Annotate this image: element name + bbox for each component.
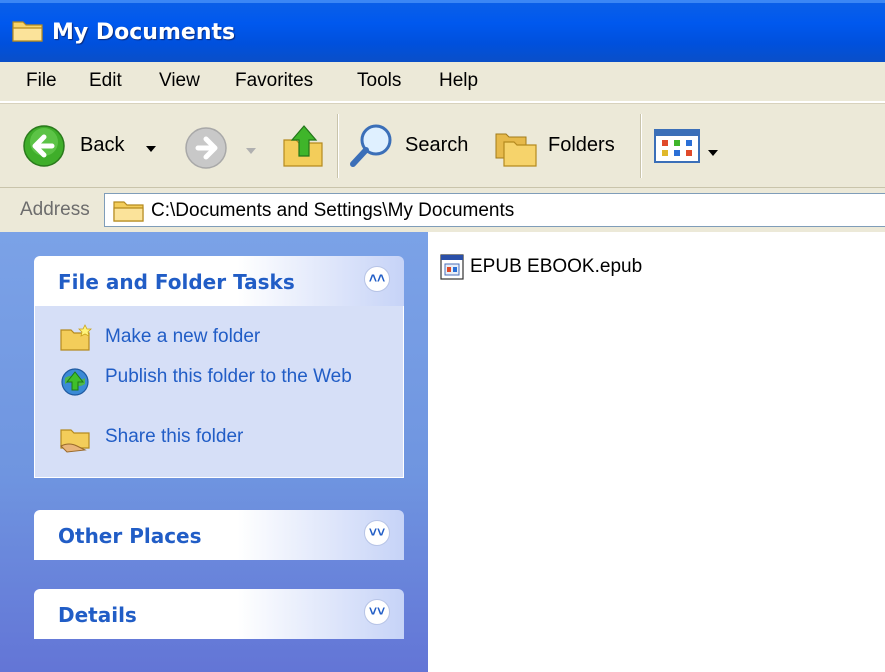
file-list-pane[interactable]: EPUB EBOOK.epub <box>428 232 885 672</box>
back-button[interactable]: Back <box>22 124 162 170</box>
forward-dropdown-icon[interactable] <box>246 140 256 162</box>
publish-web-icon <box>59 366 91 404</box>
toolbar-separator <box>640 114 642 178</box>
address-value: C:\Documents and Settings\My Documents <box>151 200 515 221</box>
menu-edit[interactable]: Edit <box>89 70 122 92</box>
folders-icon <box>494 122 540 174</box>
views-dropdown-icon <box>708 142 718 164</box>
file-name: EPUB EBOOK.epub <box>470 256 643 277</box>
share-folder-icon <box>59 424 93 460</box>
new-folder-icon <box>59 324 93 358</box>
back-dropdown-icon[interactable] <box>146 138 156 160</box>
views-button[interactable] <box>654 126 722 168</box>
folder-icon <box>113 199 145 229</box>
search-icon <box>348 122 394 176</box>
folders-label: Folders <box>548 134 615 156</box>
file-folder-tasks-header[interactable]: File and Folder Tasks ˄˄ <box>34 256 404 306</box>
up-folder-button[interactable] <box>282 122 326 174</box>
back-label: Back <box>80 134 125 156</box>
address-label: Address <box>20 199 90 220</box>
toolbar-separator <box>337 114 339 178</box>
task-label: Make a new folder <box>105 326 261 347</box>
menu-bar: File Edit View Favorites Tools Help <box>0 62 885 102</box>
title-bar[interactable]: My Documents <box>0 0 885 62</box>
menu-tools[interactable]: Tools <box>357 70 401 92</box>
address-input[interactable]: C:\Documents and Settings\My Documents <box>104 193 885 227</box>
views-icon <box>654 126 700 172</box>
search-button[interactable]: Search <box>348 122 478 172</box>
window-title: My Documents <box>52 20 236 45</box>
file-folder-tasks-title: File and Folder Tasks <box>58 270 295 294</box>
task-label: Publish this folder to the Web <box>105 366 352 387</box>
details-header[interactable]: Details ˅˅ <box>34 589 404 639</box>
menu-help[interactable]: Help <box>439 70 478 92</box>
file-folder-tasks-body: Make a new folder Publish this folder to… <box>34 306 404 478</box>
details-title: Details <box>58 603 137 627</box>
forward-button[interactable] <box>184 126 228 176</box>
folder-icon <box>12 17 44 49</box>
expand-chevron-icon[interactable]: ˅˅ <box>364 599 390 625</box>
task-label: Share this folder <box>105 426 244 447</box>
back-arrow-icon <box>22 124 66 174</box>
other-places-header[interactable]: Other Places ˅˅ <box>34 510 404 560</box>
epub-file-icon <box>440 254 464 286</box>
collapse-chevron-icon[interactable]: ˄˄ <box>364 266 390 292</box>
toolbar: Back Search Folders <box>0 103 885 187</box>
expand-chevron-icon[interactable]: ˅˅ <box>364 520 390 546</box>
menu-view[interactable]: View <box>159 70 200 92</box>
folders-button[interactable]: Folders <box>494 122 626 172</box>
search-label: Search <box>405 134 469 156</box>
address-bar: Address C:\Documents and Settings\My Doc… <box>0 187 885 232</box>
menu-file[interactable]: File <box>26 70 57 92</box>
menu-favorites[interactable]: Favorites <box>235 70 313 92</box>
other-places-title: Other Places <box>58 524 202 548</box>
